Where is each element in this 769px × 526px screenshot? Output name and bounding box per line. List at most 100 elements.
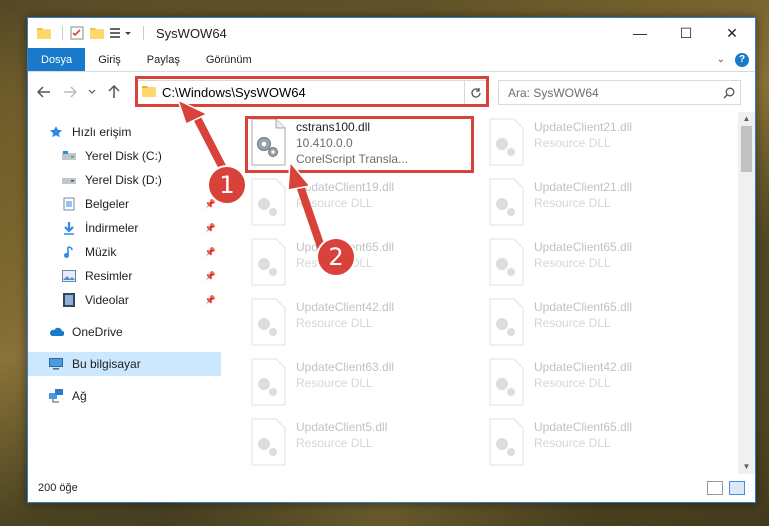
close-button[interactable]: ✕ <box>709 18 755 48</box>
sidebar-item-label: OneDrive <box>72 325 123 339</box>
sidebar-item-label: Resimler <box>85 269 133 283</box>
sidebar-item-onedrive[interactable]: OneDrive <box>28 320 221 344</box>
maximize-button[interactable]: ☐ <box>663 18 709 48</box>
new-folder-icon[interactable] <box>89 25 105 41</box>
sidebar-item-music[interactable]: Müzik 📌 <box>28 240 221 264</box>
sidebar-item-label: Belgeler <box>85 197 130 211</box>
download-icon <box>61 220 77 236</box>
pin-icon[interactable]: 📌 <box>205 271 216 282</box>
item-count: 200 öğe <box>38 482 78 494</box>
file-name: UpdateClient65.dll <box>534 300 633 314</box>
music-icon <box>61 244 77 260</box>
sidebar-item-local-disk-d[interactable]: Yerel Disk (D:) <box>28 168 221 192</box>
file-description: Resource DLL <box>296 316 373 330</box>
scroll-up-arrow-icon[interactable]: ▲ <box>738 112 755 126</box>
search-input[interactable]: Ara: SysWOW64 <box>508 86 599 100</box>
dll-file-icon <box>251 238 286 286</box>
file-item[interactable]: UpdateClient65.dllResource DLL <box>248 238 478 298</box>
drive-icon <box>61 148 77 164</box>
sidebar-item-this-pc[interactable]: Bu bilgisayar <box>28 352 221 376</box>
dll-file-icon <box>251 418 286 466</box>
videos-icon <box>61 292 77 308</box>
details-view-icon[interactable] <box>707 481 723 495</box>
tab-share[interactable]: Paylaş <box>134 48 193 71</box>
annotation-badge-2: 2 <box>316 237 356 277</box>
tab-home[interactable]: Giriş <box>85 48 134 71</box>
file-item[interactable]: UpdateClient65.dllResource DLL <box>486 418 716 474</box>
sidebar-item-pictures[interactable]: Resimler 📌 <box>28 264 221 288</box>
ribbon-tabs: Dosya Giriş Paylaş Görünüm ⌄ ? <box>28 48 755 72</box>
title-bar: SysWOW64 — ☐ ✕ <box>28 18 755 48</box>
search-box[interactable]: Ara: SysWOW64 <box>498 80 741 105</box>
file-item[interactable]: UpdateClient19.dll Resource DLL <box>248 178 478 238</box>
folder-icon <box>36 25 52 41</box>
sidebar-item-downloads[interactable]: İndirmeler 📌 <box>28 216 221 240</box>
tab-view[interactable]: Görünüm <box>193 48 265 71</box>
forward-button[interactable] <box>60 82 80 102</box>
sidebar-item-label: Ağ <box>72 389 87 403</box>
vertical-scrollbar[interactable]: ▲ ▼ <box>738 112 755 474</box>
dll-file-icon <box>251 358 286 406</box>
minimize-button[interactable]: — <box>617 18 663 48</box>
file-name: UpdateClient63.dll <box>296 360 395 374</box>
sidebar-item-label: İndirmeler <box>85 221 139 235</box>
search-icon[interactable] <box>718 87 740 99</box>
expand-ribbon-icon[interactable]: ⌄ <box>717 54 725 65</box>
pictures-icon <box>61 268 77 284</box>
star-icon <box>48 124 64 140</box>
tiles-view-icon[interactable] <box>729 481 745 495</box>
file-highlight <box>245 116 474 173</box>
sidebar-item-local-disk-c[interactable]: Yerel Disk (C:) <box>28 144 221 168</box>
file-name: UpdateClient42.dll <box>534 360 633 374</box>
documents-icon <box>61 196 77 212</box>
file-item[interactable]: UpdateClient65.dllResource DLL <box>486 238 716 298</box>
status-bar: 200 öğe <box>28 474 755 502</box>
sidebar-item-label: Müzik <box>85 245 117 259</box>
file-name: UpdateClient42.dll <box>296 300 395 314</box>
dll-file-icon <box>489 298 524 346</box>
sidebar-item-label: Hızlı erişim <box>72 125 132 139</box>
file-name: UpdateClient21.dll <box>534 120 633 134</box>
sidebar-item-network[interactable]: Ağ <box>28 384 221 408</box>
help-icon[interactable]: ? <box>735 52 749 67</box>
scroll-down-arrow-icon[interactable]: ▼ <box>738 460 755 474</box>
dll-file-icon <box>489 178 524 226</box>
dll-file-icon <box>489 118 524 166</box>
sidebar-item-videos[interactable]: Videolar 📌 <box>28 288 221 312</box>
recent-locations-button[interactable] <box>86 82 98 102</box>
file-description: Resource DLL <box>534 256 611 270</box>
window-title: SysWOW64 <box>156 25 227 41</box>
cloud-icon <box>48 324 64 340</box>
pin-icon[interactable]: 📌 <box>205 223 216 234</box>
tab-file[interactable]: Dosya <box>28 48 86 71</box>
window-controls: — ☐ ✕ <box>617 18 755 48</box>
sidebar-item-label: Yerel Disk (C:) <box>85 149 162 163</box>
file-item[interactable]: UpdateClient21.dll Resource DLL <box>486 178 716 238</box>
pin-icon[interactable]: 📌 <box>205 295 216 306</box>
address-bar-highlight <box>135 76 489 107</box>
sidebar-item-documents[interactable]: Belgeler 📌 <box>28 192 221 216</box>
file-description: Resource DLL <box>534 376 611 390</box>
dll-file-icon <box>251 298 286 346</box>
file-item[interactable]: UpdateClient21.dll Resource DLL <box>486 118 716 178</box>
file-item[interactable]: UpdateClient65.dll Resource DLL <box>486 298 716 358</box>
file-description: Resource DLL <box>534 136 611 150</box>
up-button[interactable] <box>104 82 124 102</box>
scrollbar-thumb[interactable] <box>741 126 752 172</box>
file-item[interactable]: UpdateClient5.dll Resource DLL <box>248 418 478 474</box>
file-item[interactable]: UpdateClient42.dll Resource DLL <box>248 298 478 358</box>
file-item[interactable]: UpdateClient42.dll Resource DLL <box>486 358 716 418</box>
properties-icon[interactable] <box>69 25 85 41</box>
file-name: UpdateClient65.dll <box>534 420 633 434</box>
pin-icon[interactable]: 📌 <box>205 247 216 258</box>
file-description: Resource DLL <box>534 316 611 330</box>
sidebar-item-label: Bu bilgisayar <box>72 357 141 371</box>
dll-file-icon <box>251 178 286 226</box>
dll-file-icon <box>489 418 524 466</box>
sidebar-item-quick-access[interactable]: Hızlı erişim <box>28 120 221 144</box>
back-button[interactable] <box>34 82 54 102</box>
file-name: UpdateClient5.dll <box>296 420 388 434</box>
file-item[interactable]: UpdateClient63.dll Resource DLL <box>248 358 478 418</box>
annotation-badge-1: 1 <box>207 165 247 205</box>
customize-toolbar-icon[interactable] <box>109 25 133 41</box>
